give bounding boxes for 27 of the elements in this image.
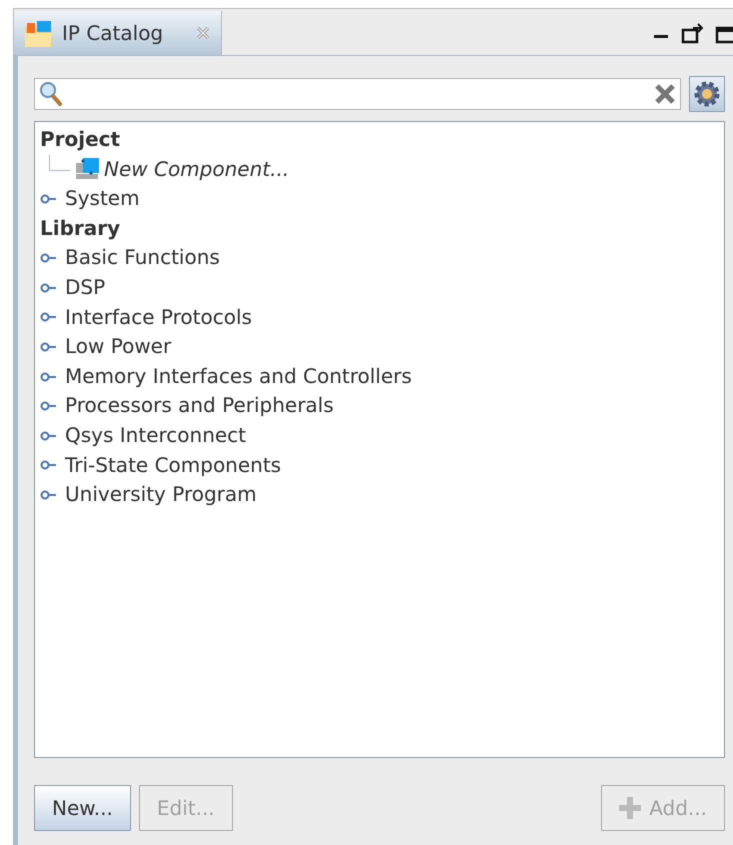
tab-title: IP Catalog [62,21,164,45]
clear-icon[interactable] [654,83,676,105]
folder-icon [24,19,52,47]
tree-item[interactable]: New Component... [104,154,290,184]
tab[interactable]: IP Catalog [14,11,222,55]
search-icon [39,81,63,107]
component-icon [75,157,99,182]
tree-item[interactable]: Tri-State Components [65,450,282,480]
tree-heading[interactable]: Project [40,125,719,155]
tree-item[interactable]: University Program [65,480,257,510]
tree-item[interactable]: Low Power [65,332,172,362]
search-field[interactable] [34,78,681,110]
close-icon[interactable] [195,25,211,41]
plus-icon [619,797,642,819]
button[interactable]: New... [34,785,131,831]
tree-heading[interactable]: Library [40,214,719,244]
gear-icon [693,80,721,108]
tree-item[interactable]: Memory Interfaces and Controllers [65,362,412,392]
tree-item[interactable]: Interface Protocols [65,302,252,332]
tree-item[interactable]: System [65,184,140,214]
tree-item[interactable]: Qsys Interconnect [65,420,246,451]
settings-button[interactable] [689,76,725,112]
tree-branch-line [49,154,70,171]
tree-item[interactable]: DSP [65,272,106,303]
tree-item[interactable]: Processors and Peripherals [65,391,334,421]
tree-item[interactable]: Basic Functions [65,243,220,273]
restore-icon[interactable] [681,22,703,44]
